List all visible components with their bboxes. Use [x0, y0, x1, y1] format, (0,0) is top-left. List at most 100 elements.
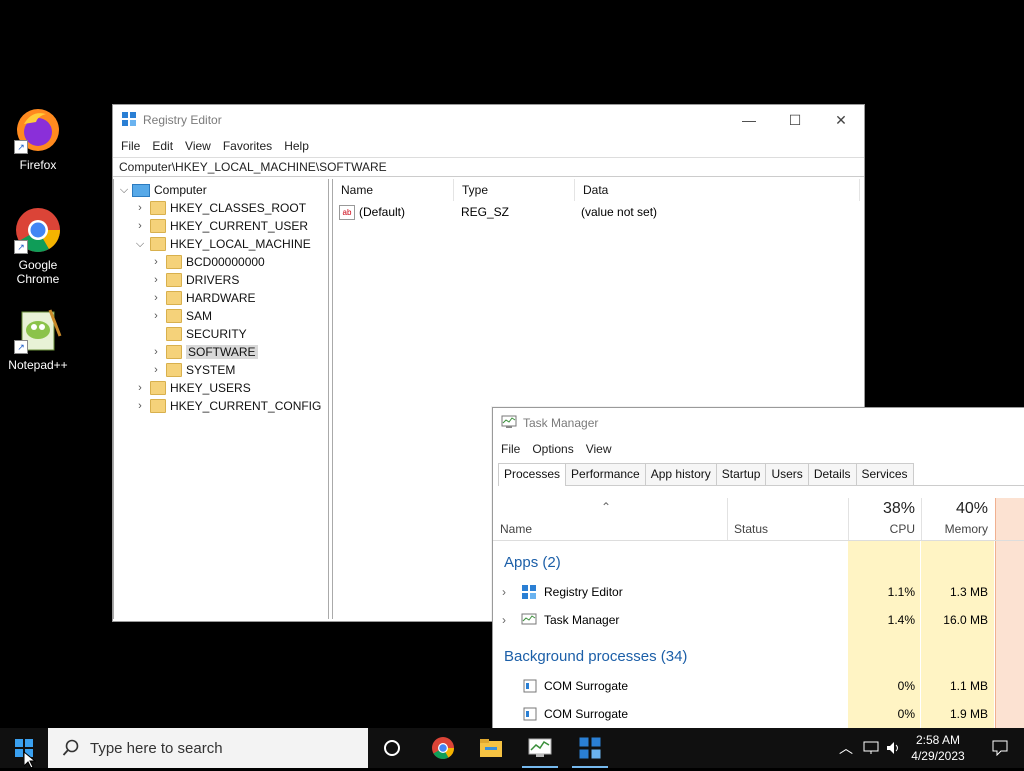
tree-item-bcd[interactable]: › BCD00000000: [150, 253, 265, 271]
tree-item-system[interactable]: › SYSTEM: [150, 361, 235, 379]
process-memory: 1.1 MB: [949, 679, 988, 693]
menu-help[interactable]: Help: [280, 139, 317, 153]
close-button[interactable]: ✕: [818, 105, 864, 135]
maximize-button[interactable]: ☐: [772, 105, 818, 135]
tab-performance[interactable]: Performance: [565, 463, 646, 485]
volume-icon[interactable]: [882, 728, 906, 768]
process-name: Registry Editor: [544, 585, 623, 599]
desktop-icon-notepadpp[interactable]: ↗ Notepad++: [0, 306, 76, 372]
tree-item-hkcr[interactable]: › HKEY_CLASSES_ROOT: [134, 199, 306, 217]
taskbar-registry-editor[interactable]: [566, 728, 614, 768]
group-header-apps[interactable]: Apps (2): [493, 548, 1024, 576]
chevron-right-icon[interactable]: ›: [134, 400, 146, 412]
tree-item-computer[interactable]: ⌵ Computer: [118, 181, 207, 199]
tree-item-hkcu[interactable]: › HKEY_CURRENT_USER: [134, 217, 308, 235]
column-name[interactable]: Name: [500, 522, 532, 536]
group-header-background[interactable]: Background processes (34): [493, 642, 1024, 670]
desktop-icon-chrome[interactable]: ↗ Google Chrome: [0, 206, 76, 286]
tree-item-hardware[interactable]: › HARDWARE: [150, 289, 256, 307]
process-name: COM Surrogate: [544, 679, 629, 693]
tab-users[interactable]: Users: [765, 463, 809, 485]
taskmgr-process-icon: [521, 612, 537, 631]
column-type[interactable]: Type: [454, 179, 575, 201]
folder-icon: [166, 363, 182, 377]
table-row[interactable]: COM Surrogate 0% 1.9 MB: [493, 700, 1024, 728]
chevron-right-icon[interactable]: ›: [134, 202, 146, 214]
tab-processes[interactable]: Processes: [498, 463, 567, 486]
chevron-right-icon[interactable]: ›: [150, 292, 162, 304]
column-name[interactable]: Name: [333, 179, 454, 201]
cortana-button[interactable]: [368, 728, 416, 768]
value-row[interactable]: ab (Default) REG_SZ (value not set): [333, 203, 657, 221]
chevron-down-icon[interactable]: ⌵: [134, 238, 146, 251]
taskbar-task-manager[interactable]: [516, 728, 564, 768]
table-row[interactable]: COM Surrogate 0% 1.1 MB: [493, 672, 1024, 700]
table-row[interactable]: › Registry Editor 1.1% 1.3 MB: [493, 578, 1024, 606]
regedit-process-icon: [521, 584, 537, 603]
desktop-icon-label: Google Chrome: [16, 258, 60, 286]
menu-edit[interactable]: Edit: [148, 139, 181, 153]
desktop-icon-firefox[interactable]: ↗ Firefox: [0, 106, 76, 172]
system-clock[interactable]: 2:58 AM 4/29/2023: [908, 732, 968, 764]
table-row[interactable]: › Task Manager 1.4% 16.0 MB: [493, 606, 1024, 634]
column-status[interactable]: Status: [734, 522, 768, 536]
column-cpu[interactable]: CPU: [855, 522, 915, 536]
search-placeholder: Type here to search: [90, 739, 223, 757]
process-table-header: ⌃ Name Status 38% CPU 40% Memory: [493, 498, 1024, 541]
cortana-icon: [384, 740, 400, 756]
process-name: Task Manager: [544, 613, 620, 627]
taskbar-search[interactable]: Type here to search: [48, 728, 368, 768]
tree-item-sam[interactable]: › SAM: [150, 307, 212, 325]
tree-item-hklm[interactable]: ⌵ HKEY_LOCAL_MACHINE: [134, 235, 311, 253]
chevron-right-icon[interactable]: ›: [134, 382, 146, 394]
action-center-button[interactable]: [976, 728, 1024, 768]
sort-up-icon[interactable]: ⌃: [601, 500, 611, 514]
taskbar-file-explorer[interactable]: [467, 728, 515, 768]
firefox-icon: ↗: [14, 106, 62, 154]
chevron-right-icon[interactable]: ›: [150, 310, 162, 322]
address-bar[interactable]: Computer\HKEY_LOCAL_MACHINE\SOFTWARE: [113, 157, 864, 177]
tree-item-security[interactable]: SECURITY: [150, 325, 247, 343]
chevron-right-icon[interactable]: ›: [150, 346, 162, 358]
chevron-right-icon[interactable]: ›: [502, 585, 506, 599]
network-icon[interactable]: [859, 728, 883, 768]
tree-item-drivers[interactable]: › DRIVERS: [150, 271, 239, 289]
chevron-right-icon[interactable]: ›: [150, 256, 162, 268]
chevron-right-icon[interactable]: ›: [134, 220, 146, 232]
tree-item-hku[interactable]: › HKEY_USERS: [134, 379, 251, 397]
process-memory: 1.3 MB: [949, 585, 988, 599]
menu-view[interactable]: View: [181, 139, 219, 153]
minimize-button[interactable]: —: [726, 105, 772, 135]
chevron-right-icon[interactable]: ›: [502, 613, 506, 627]
taskbar-chrome[interactable]: [419, 728, 467, 768]
menu-view[interactable]: View: [582, 442, 620, 456]
clock-date: 4/29/2023: [911, 749, 965, 763]
menu-favorites[interactable]: Favorites: [219, 139, 280, 153]
task-manager-window: Task Manager File Options View Processes…: [492, 407, 1024, 743]
menu-file[interactable]: File: [117, 139, 148, 153]
column-memory[interactable]: Memory: [928, 522, 988, 536]
tab-services[interactable]: Services: [855, 463, 914, 485]
chevron-right-icon[interactable]: ›: [150, 274, 162, 286]
chevron-right-icon[interactable]: ›: [150, 364, 162, 376]
menu-file[interactable]: File: [497, 442, 528, 456]
values-header: Name Type Data: [333, 179, 863, 201]
folder-icon: [166, 327, 182, 341]
task-manager-icon: [528, 738, 552, 757]
registry-editor-icon: [579, 737, 601, 759]
shortcut-arrow-icon: ↗: [14, 340, 28, 354]
show-hidden-icons-chevron-icon[interactable]: ︿: [834, 728, 858, 768]
tab-app-history[interactable]: App history: [644, 463, 717, 485]
tab-startup[interactable]: Startup: [715, 463, 767, 485]
process-cpu: 1.4%: [887, 613, 915, 627]
tree-item-software[interactable]: › SOFTWARE: [150, 343, 258, 361]
menu-options[interactable]: Options: [528, 442, 581, 456]
chrome-icon: ↗: [14, 206, 62, 254]
taskmgr-titlebar[interactable]: Task Manager: [493, 408, 1024, 438]
chevron-down-icon[interactable]: ⌵: [118, 184, 130, 197]
tab-details[interactable]: Details: [807, 463, 857, 485]
selected-key-label: SOFTWARE: [186, 345, 258, 359]
regedit-titlebar[interactable]: Registry Editor — ☐ ✕: [113, 105, 864, 135]
tree-item-hkcc[interactable]: › HKEY_CURRENT_CONFIG: [134, 397, 321, 415]
column-data[interactable]: Data: [575, 179, 860, 201]
